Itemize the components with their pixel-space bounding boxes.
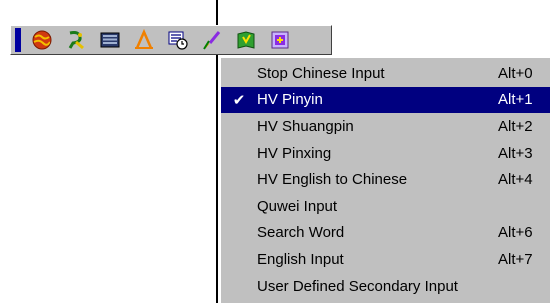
- ime-toolbar: [10, 25, 332, 55]
- input-method-menu: Stop Chinese Input Alt+0 ✔ HV Pinyin Alt…: [220, 57, 550, 303]
- settings-button[interactable]: [264, 27, 296, 53]
- check-mark-icon: ✔: [232, 91, 246, 109]
- menu-item-hv-pinxing[interactable]: HV Pinxing Alt+3: [221, 140, 550, 167]
- menu-item-shortcut: Alt+1: [498, 91, 533, 109]
- menu-item-label: HV Shuangpin: [257, 117, 354, 135]
- translate-button[interactable]: [162, 27, 194, 53]
- menu-item-user-defined-secondary-input[interactable]: User Defined Secondary Input: [221, 273, 550, 300]
- menu-item-hv-english-to-chinese[interactable]: HV English to Chinese Alt+4: [221, 166, 550, 193]
- font-a-button[interactable]: [128, 27, 160, 53]
- brush-icon: [203, 31, 221, 50]
- help-book-icon: [237, 31, 255, 49]
- settings-icon: [271, 31, 289, 49]
- menu-item-stop-chinese-input[interactable]: Stop Chinese Input Alt+0: [221, 60, 550, 87]
- toolbar-grip[interactable]: [15, 28, 21, 52]
- menu-item-search-word[interactable]: Search Word Alt+6: [221, 220, 550, 247]
- font-a-icon: [135, 29, 153, 49]
- globe-icon: [32, 30, 52, 50]
- menu-item-shortcut: Alt+3: [498, 144, 533, 162]
- translate-clock-icon: [168, 31, 188, 50]
- menu-item-label: User Defined Secondary Input: [257, 277, 458, 295]
- menu-item-shortcut: Alt+0: [498, 64, 533, 82]
- menu-item-hv-pinyin[interactable]: ✔ HV Pinyin Alt+1: [221, 86, 550, 114]
- writer-button[interactable]: [60, 27, 92, 53]
- menu-item-label: Quwei Input: [257, 197, 338, 215]
- brush-button[interactable]: [196, 27, 228, 53]
- menu-item-label: HV English to Chinese: [257, 171, 408, 189]
- menu-item-english-input[interactable]: English Input Alt+7: [221, 246, 550, 273]
- menu-item-shortcut: Alt+4: [498, 171, 533, 189]
- menu-item-hv-shuangpin[interactable]: HV Shuangpin Alt+2: [221, 113, 550, 140]
- menu-item-label: Search Word: [257, 224, 345, 242]
- menu-item-shortcut: Alt+2: [498, 117, 533, 135]
- help-button[interactable]: [230, 27, 262, 53]
- menu-item-label: English Input: [257, 250, 344, 268]
- menu-item-label: HV Pinxing: [257, 144, 332, 162]
- menu-item-label: Stop Chinese Input: [257, 64, 385, 82]
- menu-item-shortcut: Alt+6: [498, 224, 533, 242]
- keyboard-button[interactable]: [94, 27, 126, 53]
- keyboard-icon: [100, 32, 120, 48]
- menu-item-shortcut: Alt+7: [498, 250, 533, 268]
- globe-button[interactable]: [26, 27, 58, 53]
- writer-icon: [68, 31, 84, 50]
- menu-item-quwei-input[interactable]: Quwei Input: [221, 193, 550, 220]
- menu-item-label: HV Pinyin: [257, 91, 323, 109]
